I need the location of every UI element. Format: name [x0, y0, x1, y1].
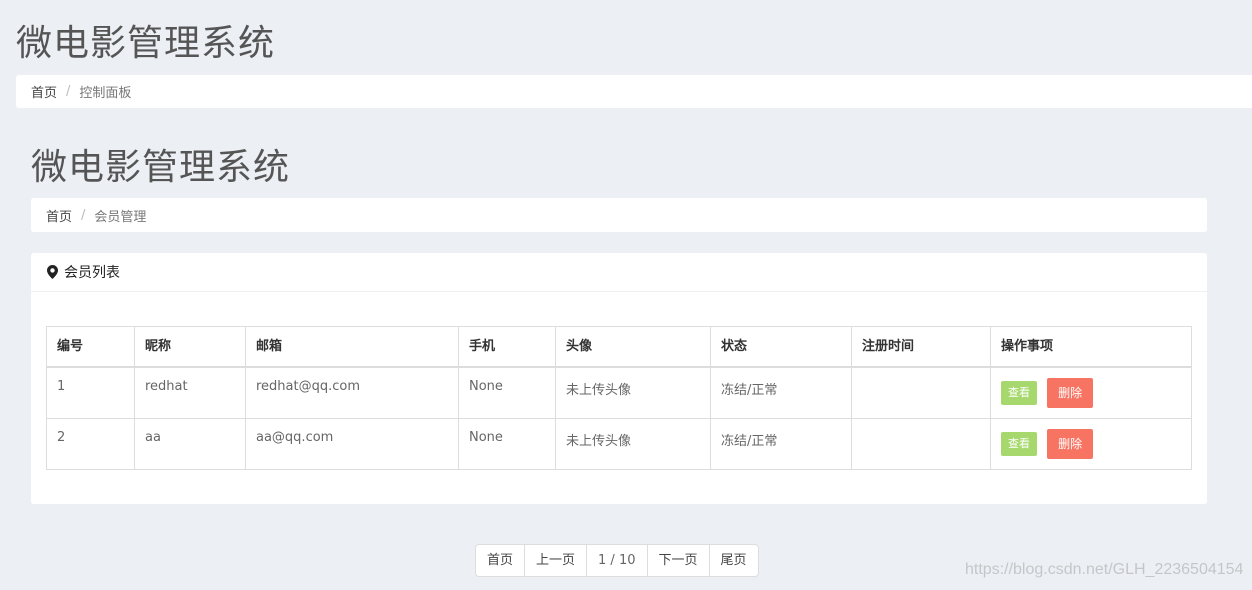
cell-phone: None	[458, 366, 556, 419]
delete-button[interactable]: 删除	[1047, 428, 1094, 459]
column-header-status: 状态	[710, 326, 852, 368]
box-header: 会员列表	[31, 253, 1207, 292]
pagination: 首页 上一页 1 / 10 下一页 尾页	[475, 544, 759, 577]
content-breadcrumb: 首页 / 会员管理	[31, 198, 1207, 232]
delete-button[interactable]: 删除	[1047, 378, 1094, 408]
member-list-box: 会员列表 编号 昵称 邮箱 手机 头像 状态 注册时间 操作事项 1 redha…	[31, 253, 1207, 504]
view-button[interactable]: 查看	[1001, 381, 1037, 405]
breadcrumb: 首页 / 控制面板	[16, 75, 1252, 108]
cell-status: 冻结/正常	[710, 366, 852, 419]
outer-header: 微电影管理系统 首页 / 控制面板	[16, 0, 1252, 108]
cell-actions: 查看 删除	[990, 366, 1192, 419]
table-row: 2 aa aa@qq.com None 未上传头像 冻结/正常 查看 删除	[46, 417, 1192, 470]
cell-id: 1	[46, 366, 135, 419]
member-table: 编号 昵称 邮箱 手机 头像 状态 注册时间 操作事项 1 redhat red…	[46, 326, 1192, 470]
column-header-id: 编号	[46, 326, 135, 368]
pager-last-button[interactable]: 尾页	[708, 545, 758, 576]
watermark: https://blog.csdn.net/GLH_2236504154	[965, 561, 1244, 578]
pager-first-button[interactable]: 首页	[476, 545, 524, 576]
cell-nickname: redhat	[134, 366, 246, 419]
cell-avatar: 未上传头像	[555, 366, 711, 419]
pager-next-button[interactable]: 下一页	[646, 545, 709, 576]
breadcrumb-current: 控制面板	[79, 86, 132, 101]
cell-actions: 查看 删除	[990, 417, 1192, 470]
content-breadcrumb-home-link[interactable]: 首页	[46, 206, 72, 225]
cell-id: 2	[46, 417, 135, 470]
cell-email: redhat@qq.com	[245, 366, 459, 419]
cell-nickname: aa	[134, 417, 246, 470]
table-header-row: 编号 昵称 邮箱 手机 头像 状态 注册时间 操作事项	[46, 326, 1192, 368]
pager-page-info: 1 / 10	[586, 545, 646, 576]
map-marker-icon	[47, 265, 58, 279]
view-button[interactable]: 查看	[1001, 431, 1037, 456]
breadcrumb-home-link[interactable]: 首页	[31, 82, 57, 101]
cell-status: 冻结/正常	[710, 417, 852, 470]
table-row: 1 redhat redhat@qq.com None 未上传头像 冻结/正常 …	[46, 366, 1192, 419]
pager-prev-button[interactable]: 上一页	[524, 545, 586, 576]
column-header-actions: 操作事项	[990, 326, 1192, 368]
column-header-avatar: 头像	[555, 326, 711, 368]
column-header-phone: 手机	[458, 326, 556, 368]
cell-avatar: 未上传头像	[555, 417, 711, 470]
cell-email: aa@qq.com	[245, 417, 459, 470]
content-title: 微电影管理系统	[31, 147, 291, 188]
cell-phone: None	[458, 417, 556, 470]
content-breadcrumb-current: 会员管理	[94, 209, 147, 225]
cell-registered	[851, 366, 991, 419]
page-title: 微电影管理系统	[16, 23, 276, 64]
content-breadcrumb-separator: /	[81, 207, 86, 223]
cell-registered	[851, 417, 991, 470]
content-header: 微电影管理系统 首页 / 会员管理	[31, 140, 1207, 232]
column-header-nickname: 昵称	[134, 326, 246, 368]
box-title: 会员列表	[64, 265, 120, 281]
column-header-registered: 注册时间	[851, 326, 991, 368]
column-header-email: 邮箱	[245, 326, 459, 368]
breadcrumb-separator: /	[66, 84, 71, 99]
